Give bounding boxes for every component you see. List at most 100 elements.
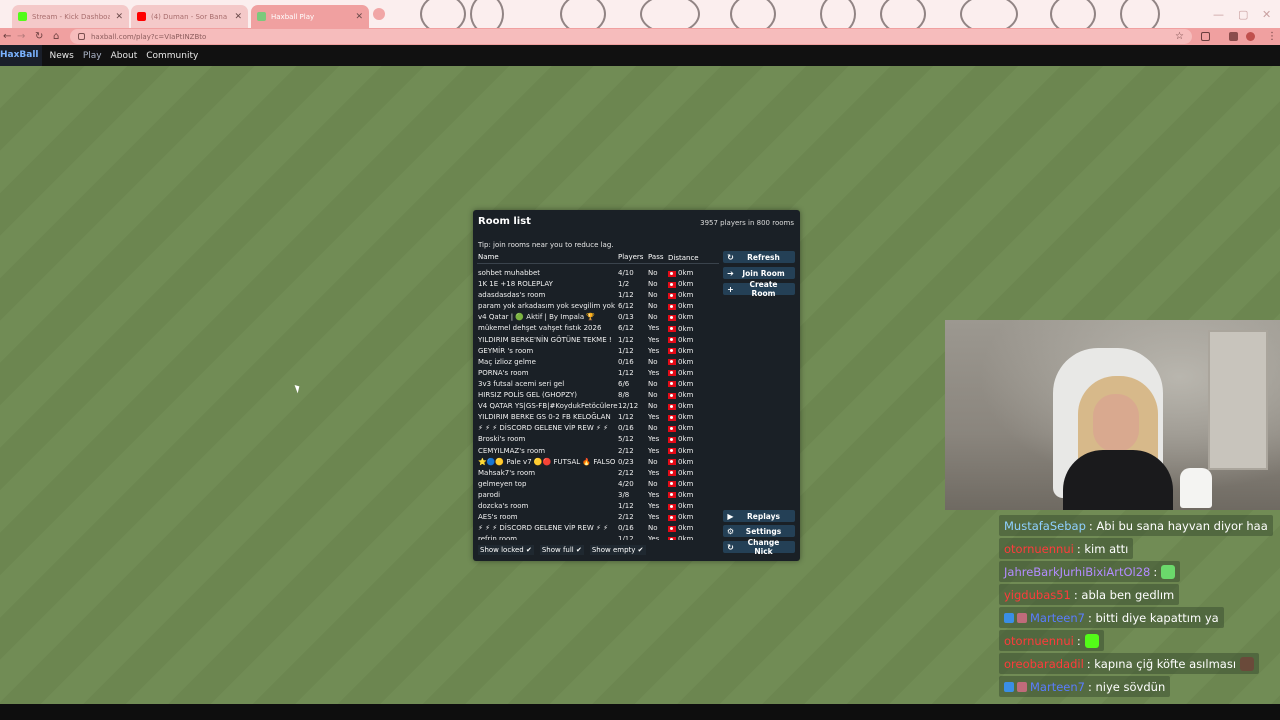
- forward-icon[interactable]: →: [17, 29, 25, 44]
- room-row[interactable]: ⭐🔵🟡 Pale v7 🟡🔴 FUTSAL 🔥 FALSO 0/23 No 0km: [477, 457, 719, 468]
- nav-play[interactable]: Play: [83, 51, 102, 61]
- room-distance: 0km: [668, 268, 713, 279]
- room-row[interactable]: V4 QATAR YS|GS-FB|#KoydukFetöcülere 12/12…: [477, 401, 719, 412]
- refresh-button[interactable]: ↻ Refresh: [723, 251, 795, 263]
- room-row[interactable]: mükemel dehşet vahşet fıstık 2026 6/12 Yes…: [477, 323, 719, 334]
- col-players[interactable]: Players: [618, 253, 648, 263]
- room-row[interactable]: dozcka's room 1/12 Yes 0km: [477, 501, 719, 512]
- room-row[interactable]: adasdasdas's room 1/12 No 0km: [477, 290, 719, 301]
- room-row[interactable]: 3v3 futsal acemi seri gel 6/6 No 0km: [477, 379, 719, 390]
- room-row[interactable]: GEYMİR 's room 1/12 Yes 0km: [477, 346, 719, 357]
- haxball-logo[interactable]: HaxBall: [0, 45, 42, 66]
- nav-news[interactable]: News: [50, 51, 74, 61]
- room-distance: 0km: [668, 457, 713, 468]
- extension-icon[interactable]: [1229, 32, 1238, 41]
- room-row[interactable]: 1K 1E +18 ROLEPLAY 1/2 No 0km: [477, 279, 719, 290]
- browser-tab-haxball[interactable]: Haxball Play ✕: [251, 5, 369, 28]
- col-name[interactable]: Name: [477, 253, 618, 263]
- address-bar[interactable]: haxball.com/play?c=VIaPtINZBto ☆: [70, 29, 1192, 44]
- room-list-title: Room list: [478, 216, 531, 227]
- replays-button[interactable]: ▶ Replays: [723, 510, 795, 522]
- new-tab-button[interactable]: [373, 8, 385, 20]
- join-label: Join Room: [742, 268, 785, 278]
- room-name: Broski's room: [478, 435, 526, 444]
- close-icon[interactable]: ✕: [355, 12, 363, 22]
- room-row[interactable]: AES's room 2/12 Yes 0km: [477, 512, 719, 523]
- room-row[interactable]: sohbet muhabbet 4/10 No 0km: [477, 268, 719, 279]
- room-name: 1K 1E +18 ROLEPLAY: [478, 280, 553, 289]
- room-row[interactable]: CEMYILMAZ's room 2/12 Yes 0km: [477, 446, 719, 457]
- wallpaper-doodle: [1120, 0, 1160, 28]
- room-distance: 0km: [668, 335, 713, 346]
- room-row[interactable]: parodi 3/8 Yes 0km: [477, 490, 719, 501]
- change-nick-button[interactable]: ↻ Change Nick: [723, 538, 795, 556]
- nav-about[interactable]: About: [111, 51, 138, 61]
- refresh-label: Refresh: [747, 252, 780, 262]
- col-distance[interactable]: Distance: [668, 253, 713, 263]
- reload-icon[interactable]: ↻: [35, 29, 43, 44]
- room-distance: 0km: [668, 390, 713, 401]
- turkey-flag-icon: [668, 281, 676, 288]
- chat-text: :: [1153, 564, 1158, 579]
- room-row[interactable]: YILDIRIM BERKE GS 0-2 FB KELOĞLAN 1/12 Yes…: [477, 412, 719, 423]
- show-empty-toggle[interactable]: Show empty ✔: [589, 545, 646, 555]
- maximize-icon[interactable]: ▢: [1238, 8, 1248, 21]
- room-row[interactable]: refrin room 1/12 Yes 0km: [477, 534, 719, 540]
- room-name: Mahsak7's room: [478, 468, 536, 477]
- settings-button[interactable]: ⚙ Settings: [723, 525, 795, 537]
- minimize-icon[interactable]: —: [1213, 8, 1224, 21]
- url-text: haxball.com/play?c=VIaPtINZBto: [91, 32, 207, 41]
- show-locked-toggle[interactable]: Show locked ✔: [478, 545, 534, 555]
- room-list-dialog: Room list 3957 players in 800 rooms Tip:…: [473, 210, 800, 561]
- menu-dots-icon[interactable]: ⋮: [1267, 29, 1277, 44]
- distance-value: 0km: [678, 468, 694, 477]
- room-row[interactable]: gelmeyen top 4/20 No 0km: [477, 479, 719, 490]
- room-players: 1/12: [618, 535, 634, 540]
- extension-icon[interactable]: [1201, 32, 1210, 41]
- room-row[interactable]: param yok arkadasım yok sevgilim yok 6/12…: [477, 301, 719, 312]
- browser-tab-kick[interactable]: Stream - Kick Dashboard ✕: [12, 5, 129, 28]
- room-name: ⚡ ⚡ ⚡ DİSCORD GELENE VİP REW ⚡ ⚡: [478, 424, 609, 433]
- room-name: gelmeyen top: [478, 479, 527, 488]
- room-pass: No: [648, 457, 658, 466]
- room-players: 1/12: [618, 346, 634, 355]
- room-row[interactable]: Mahsak7's room 2/12 Yes 0km: [477, 468, 719, 479]
- profile-avatar-icon[interactable]: [1246, 32, 1255, 41]
- room-row[interactable]: Maç izlioz gelme 0/16 No 0km: [477, 357, 719, 368]
- youtube-icon: [137, 12, 146, 21]
- site-info-icon[interactable]: [78, 33, 85, 40]
- room-row[interactable]: YILDIRIM BERKE'NİN GÖTÜNE TEKME ! 1/12 Yes…: [477, 335, 719, 346]
- show-full-toggle[interactable]: Show full ✔: [539, 545, 584, 555]
- chat-username: yigdubas51: [1004, 587, 1071, 602]
- back-icon[interactable]: ←: [3, 29, 11, 44]
- chat-username: Marteen7: [1030, 679, 1085, 694]
- room-distance: 0km: [668, 479, 713, 490]
- room-row[interactable]: ⚡ ⚡ ⚡ DİSCORD GELENE VİP REW ⚡ ⚡ 0/16 No 0k…: [477, 423, 719, 434]
- room-pass: Yes: [648, 446, 660, 455]
- create-room-button[interactable]: + Create Room: [723, 280, 795, 298]
- browser-tab-youtube[interactable]: (4) Duman - Sor Bana Pişman Mıyım ✕: [131, 5, 248, 28]
- col-pass[interactable]: Pass: [648, 253, 668, 263]
- chat-text: : Abi bu sana hayvan diyor haa: [1088, 518, 1268, 533]
- home-icon[interactable]: ⌂: [53, 29, 59, 44]
- close-icon[interactable]: ✕: [115, 12, 123, 22]
- close-icon[interactable]: ✕: [234, 12, 242, 22]
- room-table[interactable]: Name Players Pass Distance sohbet muhabb…: [477, 253, 719, 540]
- turkey-flag-icon: [668, 303, 676, 310]
- room-row[interactable]: ⚡ ⚡ ⚡ DİSCORD GELENE VİP REW ⚡ ⚡ 0/16 No 0k…: [477, 523, 719, 534]
- distance-value: 0km: [678, 280, 694, 289]
- tab-title: Haxball Play: [271, 12, 315, 21]
- room-row[interactable]: PORNA's room 1/12 Yes 0km: [477, 368, 719, 379]
- distance-value: 0km: [678, 413, 694, 422]
- nav-community[interactable]: Community: [146, 51, 198, 61]
- room-row[interactable]: Broski's room 5/12 Yes 0km: [477, 434, 719, 445]
- room-row[interactable]: HIRSIZ POLİS GEL (GHOPZY) 8/8 No 0km: [477, 390, 719, 401]
- bookmark-star-icon[interactable]: ☆: [1175, 29, 1184, 44]
- play-icon: ▶: [727, 511, 734, 521]
- room-players: 1/12: [618, 368, 634, 377]
- join-room-button[interactable]: ➔ Join Room: [723, 267, 795, 279]
- close-window-icon[interactable]: ✕: [1262, 8, 1271, 21]
- turkey-flag-icon: [668, 326, 676, 333]
- room-filters: Show locked ✔ Show full ✔ Show empty ✔: [478, 545, 646, 555]
- room-row[interactable]: v4 Qatar | 🟢 Aktif | By Impala 🏆 0/13 No 0k…: [477, 312, 719, 323]
